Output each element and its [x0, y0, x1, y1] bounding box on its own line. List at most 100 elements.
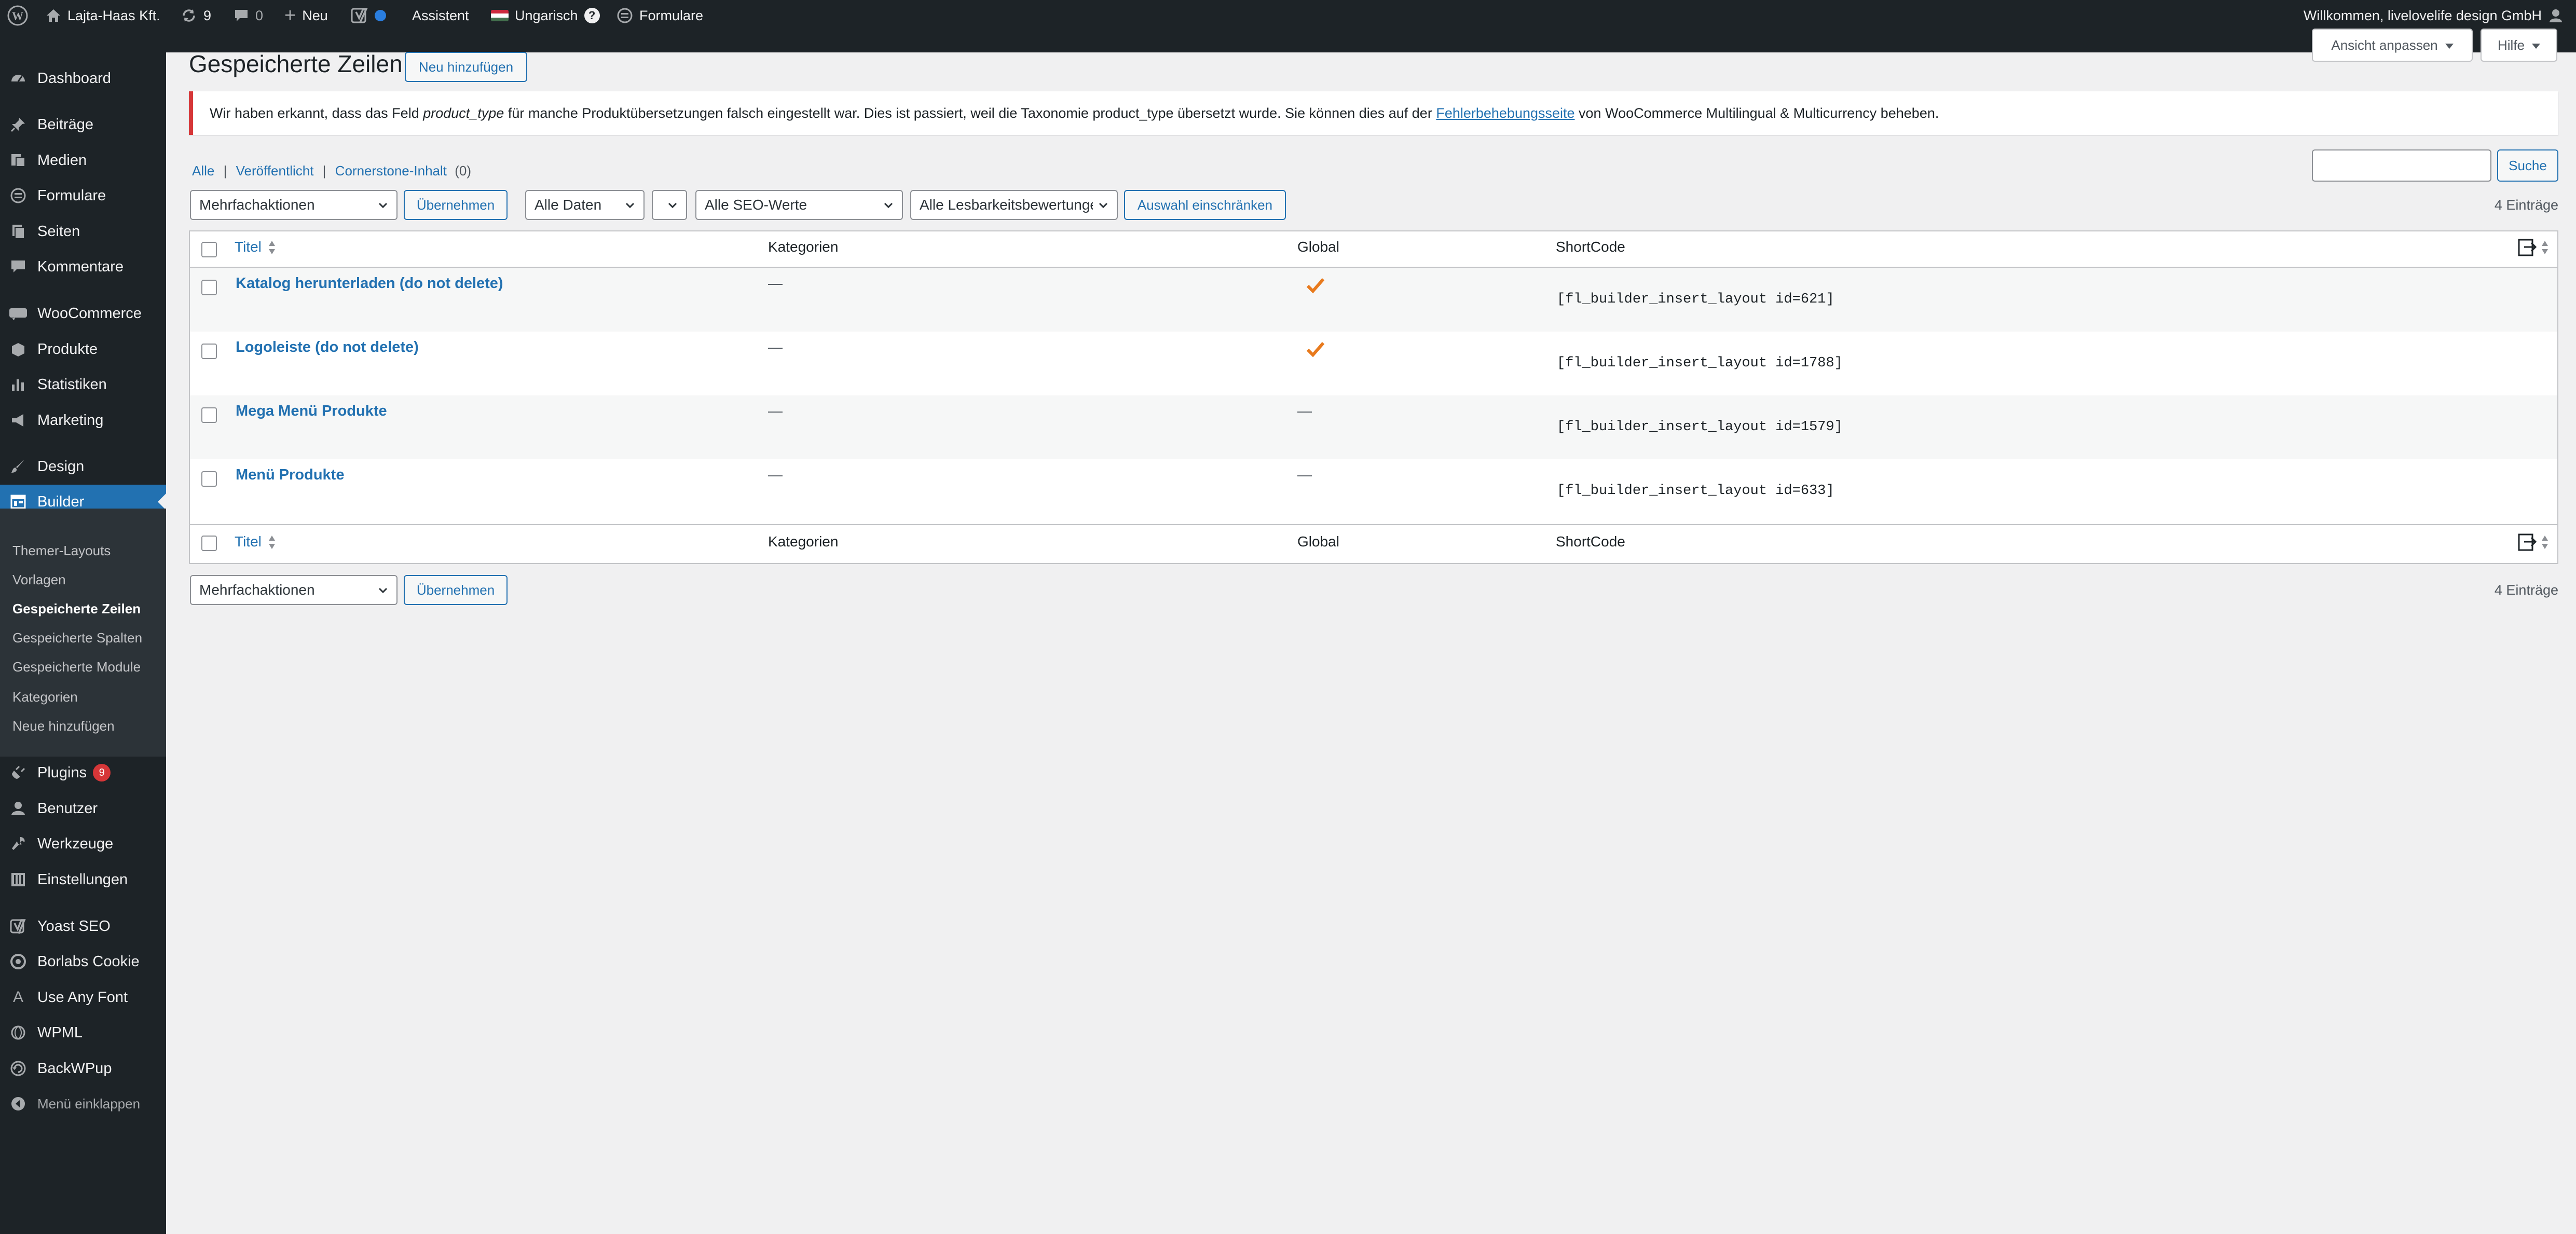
row-shortcode: [fl_builder_insert_layout id=1788]: [1557, 355, 1843, 371]
bulk-action-select-bottom[interactable]: Mehrfachaktionen: [190, 575, 398, 605]
sidebar-item-pages[interactable]: Seiten: [0, 214, 166, 249]
sidebar-item-design[interactable]: Design: [0, 449, 166, 484]
category-filter-select[interactable]: [652, 190, 687, 220]
site-name: Lajta-Haas Kft.: [67, 7, 160, 23]
date-filter-select[interactable]: Alle Daten: [525, 190, 645, 220]
submenu-saved-columns[interactable]: Gespeicherte Spalten: [12, 630, 142, 646]
sidebar-item-forms[interactable]: Formulare: [0, 179, 166, 213]
pin-icon: [8, 115, 28, 134]
sidebar-item-borlabs-cookie[interactable]: Borlabs Cookie: [0, 944, 166, 979]
bulk-action-select[interactable]: Mehrfachaktionen: [190, 190, 398, 220]
export-icon[interactable]: [2517, 531, 2538, 555]
hungarian-flag-icon: [491, 10, 509, 21]
sidebar-item-wpml[interactable]: WPML: [0, 1016, 166, 1050]
submenu-templates[interactable]: Vorlagen: [12, 572, 66, 588]
readability-filter-select[interactable]: Alle Lesbarkeitsbewertungen: [910, 190, 1118, 220]
updates-count: 9: [203, 7, 212, 23]
help-button[interactable]: Hilfe: [2481, 29, 2557, 62]
row-checkbox[interactable]: [201, 471, 217, 487]
submenu-themer-layouts[interactable]: Themer-Layouts: [12, 543, 111, 559]
view-published-link[interactable]: Veröffentlicht: [236, 163, 314, 179]
sidebar-item-backwpup[interactable]: BackWPup: [0, 1051, 166, 1086]
row-checkbox[interactable]: [201, 407, 217, 423]
submenu-categories[interactable]: Kategorien: [12, 689, 78, 705]
view-all-link[interactable]: Alle: [192, 163, 214, 179]
sidebar-item-yoast-seo[interactable]: Yoast SEO: [0, 909, 166, 943]
language-label: Ungarisch: [515, 7, 578, 23]
caret-down-icon: [2445, 37, 2454, 53]
select-all-checkbox-footer[interactable]: [201, 536, 217, 551]
submenu-saved-rows[interactable]: Gespeicherte Zeilen: [12, 601, 141, 617]
comments-count: 0: [255, 7, 264, 23]
wordpress-logo-icon[interactable]: W: [7, 0, 28, 31]
row-checkbox[interactable]: [201, 280, 217, 295]
sidebar-item-tools[interactable]: Werkzeuge: [0, 827, 166, 861]
brush-icon: [8, 457, 28, 476]
filter-button[interactable]: Auswahl einschränken: [1124, 190, 1286, 220]
export-icon[interactable]: [2517, 237, 2538, 260]
admin-bar: W Lajta-Haas Kft. 9 0 + Neu Assistent Un…: [0, 0, 2576, 52]
row-checkbox[interactable]: [201, 344, 217, 359]
sidebar-item-marketing[interactable]: Marketing: [0, 403, 166, 437]
wcml-error-notice: Wir haben erkannt, dass das Feld product…: [189, 91, 2558, 135]
submenu-saved-modules[interactable]: Gespeicherte Module: [12, 659, 141, 675]
saved-rows-table: Titel Kategorien Global ShortCode Katalo…: [189, 230, 2558, 564]
search-input[interactable]: [2312, 149, 2491, 182]
column-sort-arrows-icon[interactable]: [2541, 533, 2549, 554]
sidebar-item-use-any-font[interactable]: A Use Any Font: [0, 980, 166, 1014]
sidebar-item-plugins[interactable]: Plugins 9: [0, 756, 166, 790]
plugin-icon: [8, 763, 28, 783]
sort-arrows-icon[interactable]: [268, 533, 276, 554]
forms-label: Formulare: [639, 7, 704, 23]
column-sort-arrows-icon[interactable]: [2541, 239, 2549, 259]
assistant-link[interactable]: Assistent: [412, 0, 469, 31]
sidebar-item-comments[interactable]: Kommentare: [0, 250, 166, 284]
new-content-link[interactable]: + Neu: [284, 0, 328, 31]
sort-arrows-icon[interactable]: [268, 239, 276, 259]
row-title-link[interactable]: Logoleiste (do not delete): [236, 339, 419, 356]
column-title-footer[interactable]: Titel: [235, 533, 262, 550]
seo-filter-select[interactable]: Alle SEO-Werte: [695, 190, 903, 220]
search-button[interactable]: Suche: [2497, 149, 2558, 182]
bulk-apply-button[interactable]: Übernehmen: [404, 190, 508, 220]
sidebar-item-dashboard[interactable]: Dashboard: [0, 61, 166, 95]
sidebar-item-settings[interactable]: Einstellungen: [0, 862, 166, 897]
column-title-header[interactable]: Titel: [235, 239, 262, 255]
row-title-link[interactable]: Mega Menü Produkte: [236, 403, 387, 420]
yoast-adminbar-link[interactable]: [351, 0, 386, 31]
global-check-icon: [1306, 341, 1325, 361]
sidebar-item-statistics[interactable]: Statistiken: [0, 367, 166, 402]
products-icon: [8, 339, 28, 359]
column-global-header: Global: [1297, 239, 1339, 255]
column-categories-footer: Kategorien: [768, 533, 839, 550]
table-row: Mega Menü Produkte — — [fl_builder_inser…: [190, 395, 2557, 459]
forms-adminbar-link[interactable]: Formulare: [616, 0, 703, 31]
row-title-link[interactable]: Katalog herunterladen (do not delete): [236, 275, 503, 292]
sidebar-item-media[interactable]: Medien: [0, 143, 166, 177]
submenu-add-new[interactable]: Neue hinzufügen: [12, 718, 115, 734]
language-switcher[interactable]: Ungarisch ?: [491, 0, 600, 31]
forms-icon: [8, 186, 28, 205]
media-icon: [8, 150, 28, 170]
row-title-link[interactable]: Menü Produkte: [236, 467, 344, 484]
site-name-link[interactable]: Lajta-Haas Kft.: [46, 0, 160, 31]
sidebar-item-products[interactable]: Produkte: [0, 332, 166, 366]
page-title: Gespeicherte Zeilen: [189, 50, 403, 77]
add-new-button[interactable]: Neu hinzufügen: [405, 52, 527, 82]
view-cornerstone-link[interactable]: Cornerstone-Inhalt: [335, 163, 447, 179]
builder-submenu: Themer-Layouts Vorlagen Gespeicherte Zei…: [0, 509, 166, 757]
sidebar-item-posts[interactable]: Beiträge: [0, 107, 166, 142]
row-categories: —: [768, 467, 783, 483]
sidebar-collapse-menu[interactable]: Menü einklappen: [0, 1087, 166, 1121]
select-all-checkbox[interactable]: [201, 242, 217, 257]
chevron-down-icon: [377, 199, 389, 215]
troubleshooting-link[interactable]: Fehlerbehebungsseite: [1436, 105, 1574, 121]
comments-link[interactable]: 0: [234, 0, 263, 31]
yoast-status-dot-icon: [375, 10, 386, 21]
my-account-link[interactable]: Willkommen, livelovelife design GmbH: [2304, 0, 2564, 31]
updates-link[interactable]: 9: [181, 0, 211, 31]
bulk-apply-button-bottom[interactable]: Übernehmen: [404, 575, 508, 605]
sidebar-item-users[interactable]: Benutzer: [0, 791, 166, 826]
screen-options-button[interactable]: Ansicht anpassen: [2312, 29, 2473, 62]
sidebar-item-woocommerce[interactable]: WooCommerce: [0, 296, 166, 331]
